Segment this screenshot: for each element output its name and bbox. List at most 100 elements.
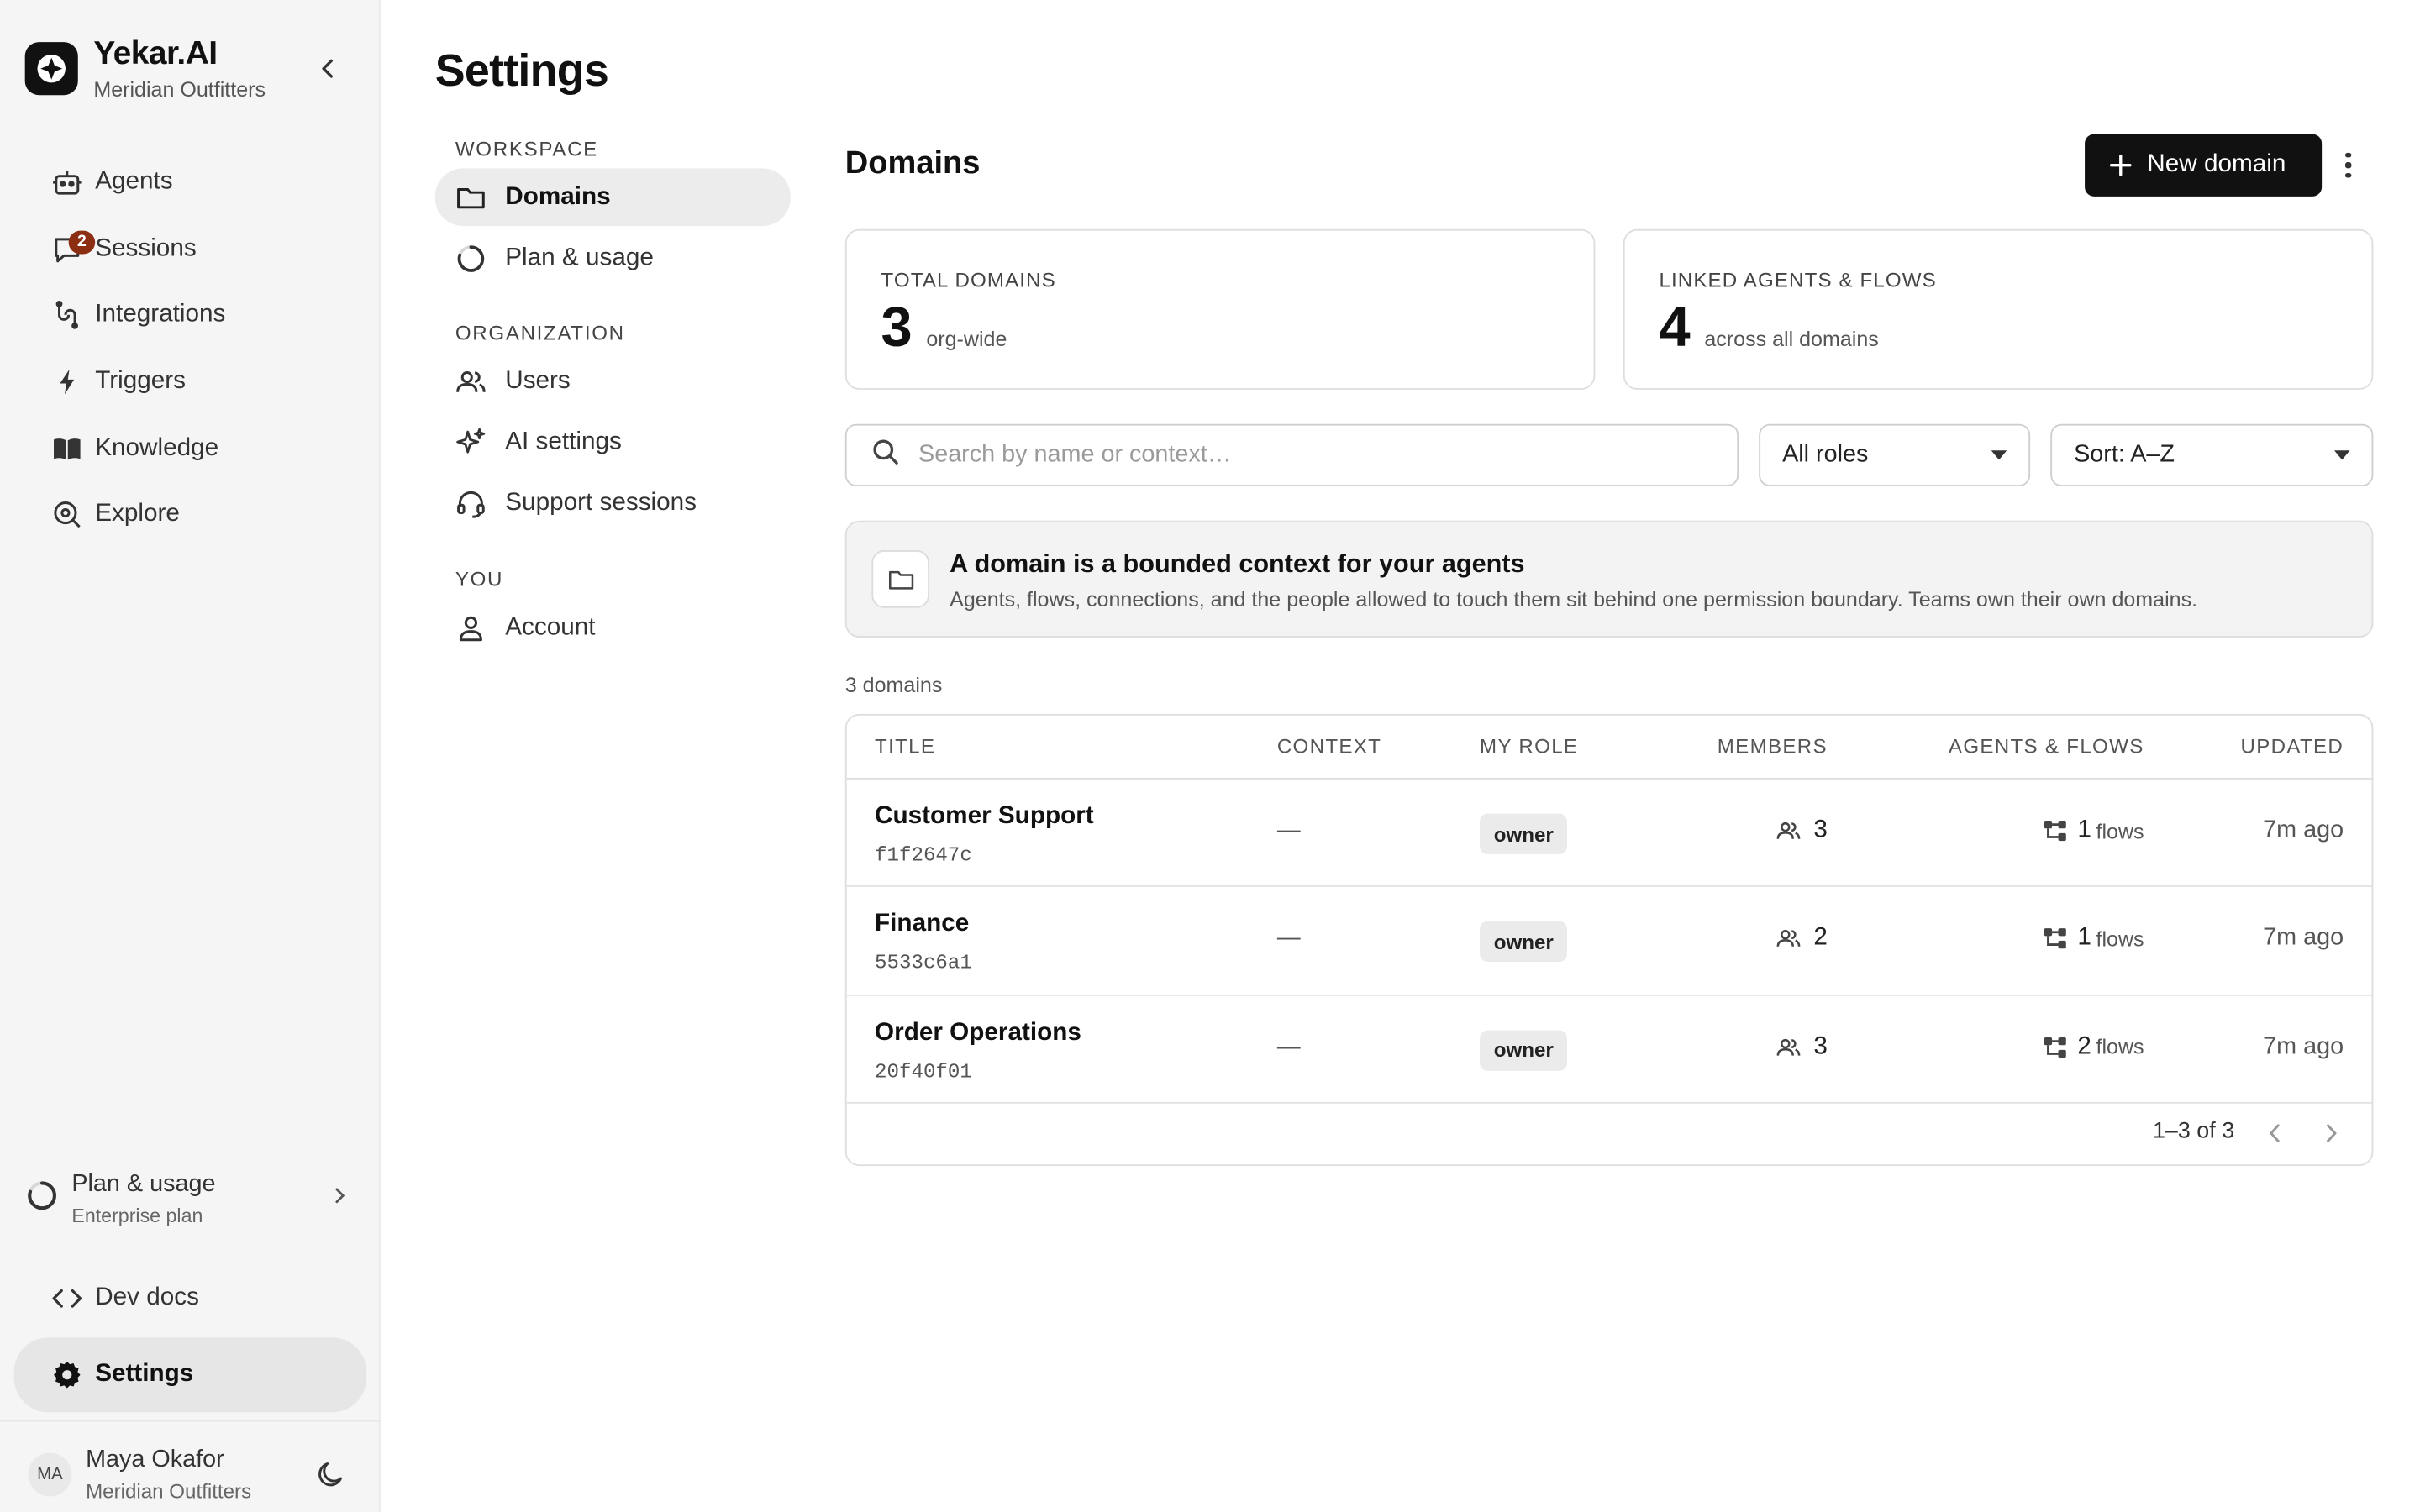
chevron-left-icon bbox=[322, 59, 334, 78]
table-row[interactable]: Finance 5533c6a1 — owner 2 1 flows 7m ag… bbox=[846, 887, 2372, 996]
app-sidebar: Yekar.AI Meridian Outfitters Agents 2 Se… bbox=[0, 0, 381, 1512]
user-profile[interactable]: MA Maya Okafor Meridian Outfitters bbox=[0, 1420, 381, 1512]
col-members[interactable]: MEMBERS bbox=[1718, 734, 1828, 758]
settings-item-domains[interactable]: Domains bbox=[434, 168, 791, 227]
new-domain-button[interactable]: New domain bbox=[2085, 134, 2323, 197]
domain-title[interactable]: Finance bbox=[875, 911, 969, 938]
role-badge: owner bbox=[1480, 1029, 1568, 1071]
nav-item-knowledge[interactable]: Knowledge bbox=[38, 415, 350, 481]
table-row[interactable]: Order Operations 20f40f01 — owner 3 2 fl… bbox=[846, 995, 2372, 1104]
flows-value: 1 bbox=[2077, 924, 2091, 952]
nav-label-triggers: Triggers bbox=[95, 368, 187, 395]
org-name: Meridian Outfitters bbox=[93, 77, 266, 102]
prev-page-button[interactable] bbox=[2260, 1118, 2291, 1149]
members-value: 2 bbox=[1813, 924, 1828, 952]
users-icon bbox=[1776, 1034, 1802, 1059]
app-name: Yekar.AI bbox=[93, 35, 218, 72]
usage-ring-icon bbox=[25, 1178, 60, 1220]
settings-nav-panel: Settings WORKSPACE Domains Plan & usage … bbox=[381, 0, 833, 1512]
plan-usage-card[interactable]: Plan & usage Enterprise plan bbox=[25, 1157, 355, 1241]
col-title[interactable]: TITLE bbox=[875, 734, 935, 758]
settings-item-users[interactable]: Users bbox=[435, 352, 791, 410]
headset-icon bbox=[454, 486, 488, 520]
nav-item-agents[interactable]: Agents bbox=[38, 150, 350, 216]
search-input[interactable] bbox=[918, 441, 1698, 470]
code-icon bbox=[50, 1281, 84, 1315]
plan-title: Plan & usage bbox=[71, 1170, 216, 1198]
integrations-icon bbox=[50, 298, 84, 333]
settings-item-ai[interactable]: AI settings bbox=[435, 413, 791, 471]
domains-table: TITLE CONTEXT MY ROLE MEMBERS AGENTS & F… bbox=[844, 713, 2374, 1167]
collapse-sidebar-button[interactable] bbox=[312, 53, 343, 84]
stat-label: LINKED AGENTS & FLOWS bbox=[1659, 268, 1937, 292]
domain-count: 3 domains bbox=[844, 673, 943, 697]
folder-icon bbox=[871, 550, 929, 608]
settings-item-plan[interactable]: Plan & usage bbox=[435, 229, 791, 287]
main-nav: Agents 2 Sessions Integrations Triggers bbox=[38, 150, 350, 548]
domain-title[interactable]: Order Operations bbox=[875, 1019, 1081, 1047]
members-count: 3 bbox=[1776, 816, 1828, 844]
gear-icon bbox=[50, 1357, 84, 1392]
members-count: 3 bbox=[1776, 1033, 1828, 1061]
nav-item-explore[interactable]: Explore bbox=[38, 481, 350, 548]
caret-down-icon bbox=[2333, 450, 2350, 460]
sparkle-icon bbox=[454, 425, 488, 459]
nav-item-triggers[interactable]: Triggers bbox=[38, 349, 350, 415]
members-count: 2 bbox=[1776, 925, 1828, 953]
flows-unit: flows bbox=[2096, 1035, 2144, 1059]
book-icon bbox=[50, 431, 84, 465]
role-filter-value: All roles bbox=[1782, 441, 1869, 468]
table-header: TITLE CONTEXT MY ROLE MEMBERS AGENTS & F… bbox=[846, 716, 2372, 780]
sort-select[interactable]: Sort: A–Z bbox=[2050, 423, 2374, 486]
flows-count: 1 flows bbox=[2044, 816, 2144, 844]
moon-icon[interactable] bbox=[315, 1459, 346, 1498]
settings-item-support[interactable]: Support sessions bbox=[435, 474, 791, 532]
col-updated[interactable]: UPDATED bbox=[2241, 734, 2344, 758]
more-options-icon[interactable] bbox=[2338, 146, 2360, 184]
user-org: Meridian Outfitters bbox=[86, 1479, 252, 1503]
domain-context: — bbox=[1276, 816, 1301, 843]
role-filter-select[interactable]: All roles bbox=[1759, 423, 2031, 486]
settings-label-domains: Domains bbox=[505, 183, 611, 210]
nav-item-sessions[interactable]: 2 Sessions bbox=[38, 216, 350, 282]
avatar: MA bbox=[28, 1452, 72, 1497]
col-agents-flows[interactable]: AGENTS & FLOWS bbox=[1949, 734, 2144, 758]
flow-icon bbox=[2044, 1034, 2069, 1059]
info-title: A domain is a bounded context for your a… bbox=[950, 550, 1525, 579]
domain-context: — bbox=[1276, 1032, 1301, 1060]
plan-subtitle: Enterprise plan bbox=[71, 1205, 203, 1227]
table-row[interactable]: Customer Support f1f2647c — owner 3 1 fl… bbox=[846, 780, 2372, 888]
brand[interactable]: Yekar.AI Meridian Outfitters bbox=[24, 34, 266, 102]
domain-id: 20f40f01 bbox=[875, 1059, 972, 1083]
flows-count: 1 flows bbox=[2044, 925, 2144, 953]
pagination-text: 1–3 of 3 bbox=[2152, 1119, 2235, 1145]
domain-title[interactable]: Customer Support bbox=[875, 803, 1094, 831]
chevron-right-icon bbox=[2327, 1124, 2337, 1142]
page-title: Settings bbox=[434, 46, 609, 97]
search-icon bbox=[871, 438, 899, 474]
nav-item-integrations[interactable]: Integrations bbox=[38, 282, 350, 349]
flow-icon bbox=[2044, 927, 2069, 952]
dev-docs-label: Dev docs bbox=[95, 1284, 199, 1311]
domains-panel: Domains New domain TOTAL DOMAINS 3 org-w… bbox=[844, 0, 2374, 1512]
settings-label-ai: AI settings bbox=[505, 428, 622, 454]
role-badge: owner bbox=[1480, 921, 1568, 963]
col-context[interactable]: CONTEXT bbox=[1277, 734, 1381, 758]
domain-id: f1f2647c bbox=[875, 843, 972, 867]
stat-card-linked-agents: LINKED AGENTS & FLOWS 4 across all domai… bbox=[1623, 228, 2374, 390]
next-page-button[interactable] bbox=[2316, 1118, 2347, 1149]
stat-subtext: across all domains bbox=[1704, 327, 1879, 351]
chevron-right-icon bbox=[334, 1184, 346, 1212]
members-value: 3 bbox=[1813, 816, 1828, 843]
settings-item-account[interactable]: Account bbox=[435, 599, 791, 657]
sort-value: Sort: A–Z bbox=[2074, 441, 2175, 468]
settings-label-account: Account bbox=[505, 613, 596, 640]
sessions-badge: 2 bbox=[68, 229, 96, 254]
updated-time: 7m ago bbox=[2263, 816, 2344, 843]
search-box[interactable] bbox=[844, 423, 1739, 486]
nav-item-settings[interactable]: Settings bbox=[13, 1337, 367, 1413]
dev-docs-link[interactable]: Dev docs bbox=[38, 1275, 199, 1322]
info-banner: A domain is a bounded context for your a… bbox=[844, 520, 2374, 638]
col-my-role[interactable]: MY ROLE bbox=[1480, 734, 1578, 758]
bolt-icon bbox=[50, 365, 84, 399]
